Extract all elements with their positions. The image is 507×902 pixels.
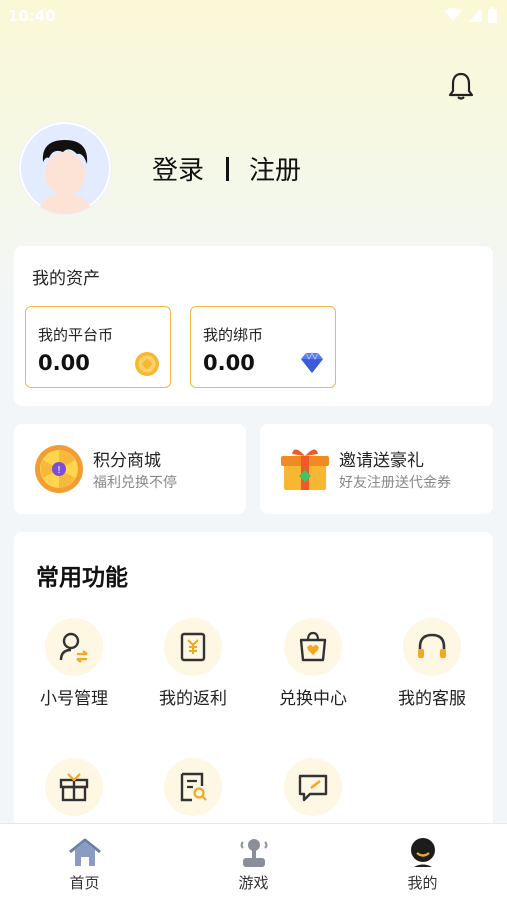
- tab-label: 我的: [407, 874, 438, 892]
- prize-wheel-icon: !: [35, 445, 83, 493]
- auth-links: 登录 注册: [152, 150, 301, 187]
- default-avatar-icon: [21, 124, 109, 214]
- status-time: 10:40: [8, 7, 56, 25]
- assets-title: 我的资产: [32, 269, 100, 289]
- login-link[interactable]: 登录: [152, 150, 204, 187]
- status-bar: 10:40: [0, 0, 507, 32]
- function-label: 我的返利: [159, 689, 227, 709]
- notification-bell-icon[interactable]: [445, 70, 477, 102]
- account-switch-icon: [59, 632, 88, 663]
- invite-gift-subtitle: 好友注册送代金券: [339, 475, 451, 491]
- svg-text:!: !: [57, 465, 61, 476]
- assets-card: 我的资产 我的平台币 0.00 我的绑币 0.00: [14, 246, 493, 406]
- function-gift[interactable]: [14, 758, 134, 824]
- gift-icon: [59, 773, 89, 802]
- gift-box-icon: [281, 449, 329, 490]
- platform-coin-label: 我的平台币: [38, 326, 114, 344]
- bound-coin-value: 0.00: [203, 351, 255, 375]
- tab-games[interactable]: 游戏: [169, 824, 338, 902]
- battery-icon: [488, 7, 497, 23]
- function-customer-service[interactable]: 我的客服: [372, 618, 492, 709]
- function-my-rebate[interactable]: 我的返利: [133, 618, 253, 709]
- platform-coin-box[interactable]: 我的平台币 0.00: [25, 306, 171, 388]
- function-account-management[interactable]: 小号管理: [14, 618, 134, 709]
- function-label: 小号管理: [40, 689, 108, 709]
- platform-coin-value: 0.00: [38, 351, 90, 375]
- tab-label: 首页: [69, 874, 100, 892]
- bound-coin-label: 我的绑币: [203, 326, 264, 344]
- home-icon: [68, 838, 101, 866]
- register-link[interactable]: 注册: [249, 150, 301, 187]
- invite-gift-title: 邀请送豪礼: [339, 451, 424, 471]
- feedback-icon: [298, 774, 328, 802]
- signal-icon: [468, 8, 482, 22]
- exchange-bag-icon: [299, 631, 327, 662]
- avatar[interactable]: [19, 122, 111, 214]
- search-document-icon: [180, 772, 207, 802]
- function-label: 我的客服: [398, 689, 466, 709]
- bottom-tab-bar: 首页 游戏 我的: [0, 823, 507, 902]
- profile-icon: [410, 838, 435, 867]
- function-exchange-center[interactable]: 兑换中心: [253, 618, 373, 709]
- bound-coin-box[interactable]: 我的绑币 0.00: [190, 306, 336, 388]
- tab-home[interactable]: 首页: [0, 824, 169, 902]
- common-functions-title: 常用功能: [36, 565, 128, 591]
- auth-divider: [226, 156, 230, 181]
- common-functions-card: 常用功能 小号管理 我的返利 兑换中心 我的客服: [14, 532, 493, 832]
- headset-icon: [418, 633, 446, 658]
- tab-label: 游戏: [238, 874, 269, 892]
- wifi-icon: [444, 8, 462, 21]
- points-mall-subtitle: 福利兑换不停: [93, 475, 177, 491]
- invite-gift-card[interactable]: 邀请送豪礼 好友注册送代金券: [260, 424, 493, 514]
- joystick-icon: [240, 839, 267, 867]
- tab-mine[interactable]: 我的: [338, 824, 507, 902]
- rebate-icon: [180, 632, 206, 662]
- points-mall-card[interactable]: ! 积分商城 福利兑换不停: [14, 424, 246, 514]
- points-mall-title: 积分商城: [93, 451, 161, 471]
- function-feedback[interactable]: [253, 758, 373, 824]
- status-icons: [444, 7, 497, 23]
- diamond-icon: [301, 351, 323, 373]
- function-search-document[interactable]: [133, 758, 253, 824]
- gold-coin-icon: [135, 352, 159, 376]
- function-label: 兑换中心: [279, 689, 347, 709]
